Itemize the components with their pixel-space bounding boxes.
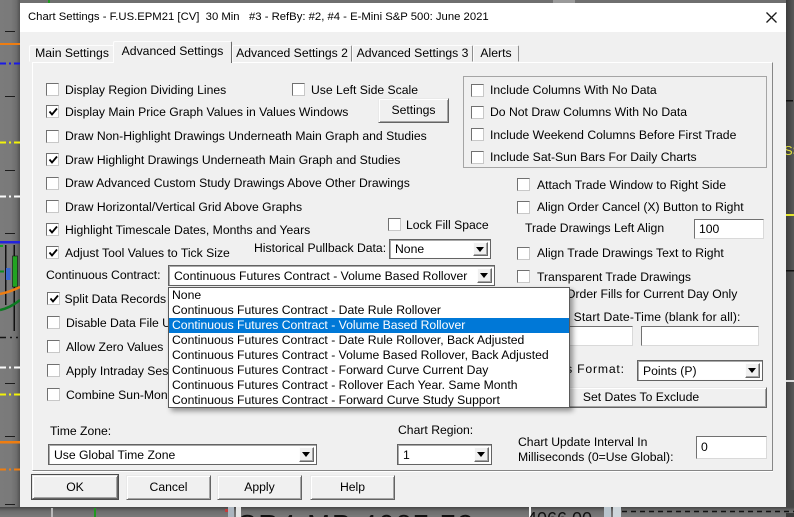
- svg-text:SS: SS: [786, 143, 794, 158]
